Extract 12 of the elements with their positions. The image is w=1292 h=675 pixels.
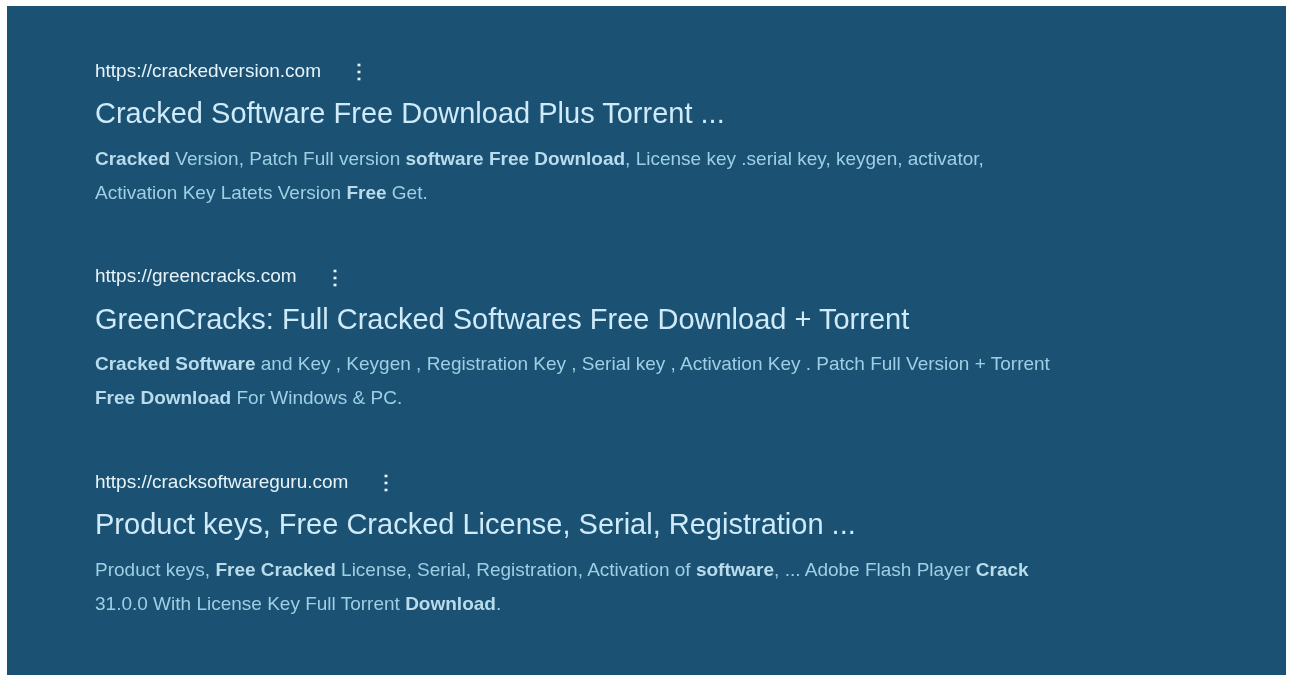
more-menu-button[interactable]: ⋮	[324, 261, 345, 292]
more-menu-button[interactable]: ⋮	[376, 467, 397, 497]
result-url: https://cracksoftwareguru.com	[95, 469, 349, 494]
result-snippet: Cracked Version, Patch Full version software Free Download, License key .serial key, keygen, activator, Activation Key Latets Version Free Get.	[95, 146, 985, 205]
result-title-link[interactable]: GreenCracks: Full Cracked Softwares Free Download + Torrent	[95, 297, 1286, 341]
more-menu-button[interactable]: ⋮	[349, 56, 369, 86]
result-title-link[interactable]: Product keys, Free Cracked License, Serial, Registration ...	[95, 503, 1286, 547]
result-snippet: Product keys, Free Cracked License, Serial, Registration, Activation of software, ... Adobe Flash Player Crack 31.0.0 With License Key Full Torrent Download.	[95, 557, 1030, 616]
result-snippet: Cracked Software and Key , Keygen , Registration Key , Serial key , Activation Key . Patch Full Version + Torrent Free Download For Windows & PC.	[95, 352, 1051, 410]
result-url: https://greencracks.com	[95, 264, 297, 289]
result-url: https://crackedversion.com	[95, 58, 321, 83]
result-title-link[interactable]: Cracked Software Free Download Plus Torrent ...	[95, 92, 1286, 136]
